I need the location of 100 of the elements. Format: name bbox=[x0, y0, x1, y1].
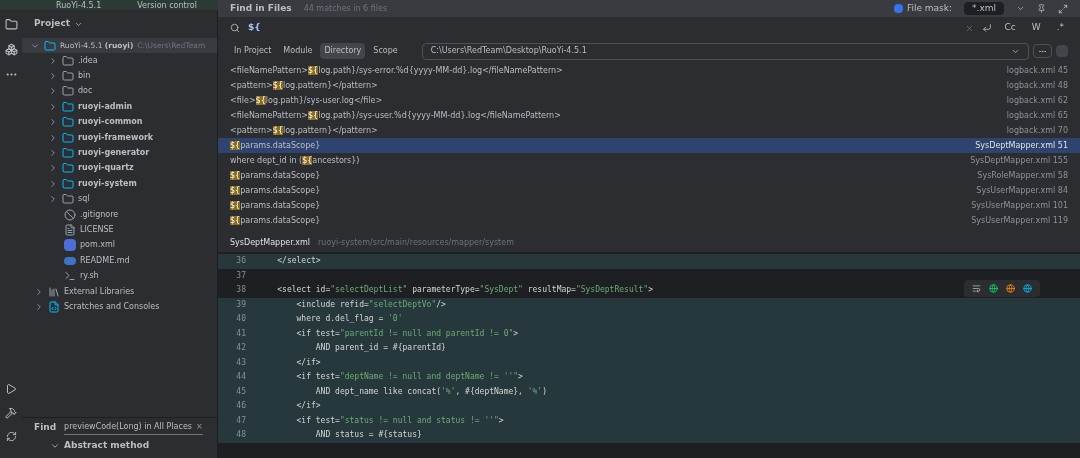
search-result-row[interactable]: ${params.dataScope} SysUserMapper.xml 119 bbox=[218, 213, 1080, 228]
module-folder-icon bbox=[62, 100, 74, 113]
module-folder-icon bbox=[44, 39, 56, 52]
line-number: 38 bbox=[235, 284, 247, 297]
browser-icon[interactable] bbox=[1006, 284, 1015, 293]
browser-icon[interactable] bbox=[1023, 284, 1032, 293]
module-folder-icon bbox=[62, 147, 74, 160]
code-line: </if> bbox=[295, 400, 321, 413]
close-tab-button[interactable]: × bbox=[196, 421, 203, 433]
result-location: SysDeptMapper.xml 155 bbox=[970, 154, 1068, 167]
tree-item[interactable]: bin bbox=[78, 70, 91, 83]
text-file-icon bbox=[64, 224, 76, 236]
tree-item[interactable]: ruoyi-quartz bbox=[78, 162, 134, 175]
preview-file-name: SysDeptMapper.xml bbox=[230, 237, 310, 249]
structure-tool-icon[interactable] bbox=[4, 43, 18, 56]
result-group[interactable]: Abstract method bbox=[64, 439, 150, 453]
code-line: <include refid="selectDeptVo"/> bbox=[295, 298, 446, 311]
tree-item[interactable]: ry.sh bbox=[80, 270, 99, 283]
search-result-row[interactable]: <pattern>${log.pattern}</pattern> logback.xml 48 bbox=[218, 78, 1080, 93]
result-location: SysUserMapper.xml 84 bbox=[976, 184, 1068, 197]
reader-mode-icon[interactable] bbox=[972, 284, 981, 293]
result-location: logback.xml 48 bbox=[1006, 79, 1068, 92]
tree-item[interactable]: ruoyi-framework bbox=[78, 131, 154, 144]
scope-tab[interactable]: In Project bbox=[230, 43, 276, 59]
result-text: <fileNamePattern>${log.path}/sys-user.%d{yyyy-MM-dd}.log</fileNamePattern> bbox=[230, 109, 562, 122]
directory-field[interactable]: C:\Users\RedTeam\Desktop\RuoYi-4.5.1 bbox=[421, 42, 1029, 60]
search-result-row[interactable]: <pattern>${log.pattern}</pattern> logback.xml 70 bbox=[218, 123, 1080, 138]
code-line: <select id="selectDeptList" parameterType="SysDept" resultMap="SysDeptResult"> bbox=[276, 284, 653, 297]
browser-icon[interactable] bbox=[989, 284, 998, 293]
clear-icon[interactable] bbox=[965, 23, 975, 33]
folder-icon bbox=[62, 85, 74, 98]
ignore-file-icon bbox=[64, 208, 76, 221]
scope-tab[interactable]: Module bbox=[279, 43, 317, 59]
tree-item[interactable]: pom.xml bbox=[80, 239, 116, 252]
line-number: 40 bbox=[235, 313, 247, 326]
line-number: 44 bbox=[235, 371, 247, 384]
project-name[interactable]: RuoYi-4.5.1 bbox=[56, 2, 102, 10]
result-text: ${params.dataScope} bbox=[230, 184, 322, 197]
scope-tab[interactable]: Directory bbox=[320, 43, 366, 59]
search-result-row[interactable]: ${params.dataScope} SysRoleMapper.xml 58 bbox=[218, 168, 1080, 183]
tree-item[interactable]: External Libraries bbox=[64, 285, 135, 298]
result-text: ${params.dataScope} bbox=[230, 139, 322, 152]
search-option-toggle[interactable]: .* bbox=[1052, 21, 1068, 35]
code-line: </select> bbox=[276, 255, 321, 268]
search-result-row[interactable]: ${params.dataScope} SysUserMapper.xml 84 bbox=[218, 183, 1080, 198]
search-result-row[interactable]: <fileNamePattern>${log.path}/sys-error.%d{yyyy-MM-dd}.log</fileNamePattern> logback.xml 45 bbox=[218, 63, 1080, 78]
module-folder-icon bbox=[62, 131, 74, 144]
pin-icon[interactable] bbox=[1037, 4, 1046, 13]
tree-item[interactable]: README.md bbox=[80, 254, 130, 267]
find-tab[interactable]: previewCode(Long) in All Places × bbox=[64, 421, 203, 435]
module-folder-icon bbox=[62, 116, 74, 129]
tree-item[interactable]: .idea bbox=[78, 54, 98, 67]
result-text: <pattern>${log.pattern}</pattern> bbox=[230, 124, 379, 137]
tree-item[interactable]: ruoyi-common bbox=[78, 116, 143, 129]
dropdown-caret-icon[interactable] bbox=[1016, 4, 1025, 13]
file-mask-field[interactable]: *.xml bbox=[964, 1, 1004, 16]
result-location: logback.xml 45 bbox=[1006, 64, 1068, 77]
search-result-row[interactable]: <fileNamePattern>${log.path}/sys-user.%d{yyyy-MM-dd}.log</fileNamePattern> logback.xml 65 bbox=[218, 108, 1080, 123]
result-location: SysRoleMapper.xml 58 bbox=[977, 169, 1068, 182]
preview-file-path: ruoyi-system/src/main/resources/mapper/system bbox=[318, 237, 514, 249]
build-icon[interactable] bbox=[5, 407, 17, 419]
search-option-toggle[interactable]: W bbox=[1027, 21, 1045, 35]
tree-item[interactable]: LICENSE bbox=[80, 224, 114, 236]
run-icon[interactable] bbox=[5, 383, 17, 395]
search-option-toggle[interactable]: Cc bbox=[1000, 21, 1020, 35]
file-mask-checkbox[interactable] bbox=[893, 4, 903, 13]
tree-item[interactable]: ruoyi-system bbox=[78, 177, 137, 190]
search-result-row[interactable]: ${params.dataScope} SysDeptMapper.xml 51 bbox=[218, 138, 1080, 153]
search-field[interactable]: ${ bbox=[248, 21, 958, 35]
tree-item[interactable]: doc bbox=[78, 85, 93, 98]
tree-item[interactable]: ruoyi-generator bbox=[78, 147, 150, 160]
line-number: 36 bbox=[235, 255, 247, 268]
tree-item[interactable]: .gitignore bbox=[80, 208, 119, 221]
panel-title[interactable]: Project bbox=[34, 17, 71, 31]
library-icon bbox=[48, 285, 60, 298]
search-result-row[interactable]: <file>${log.path}/sys-user.log</file> logback.xml 62 bbox=[218, 93, 1080, 108]
module-folder-icon bbox=[62, 162, 74, 175]
expand-icon[interactable] bbox=[1058, 3, 1068, 14]
result-text: ${params.dataScope} bbox=[230, 199, 322, 212]
search-result-row[interactable]: ${params.dataScope} SysUserMapper.xml 101 bbox=[218, 198, 1080, 213]
find-tool-title: Find bbox=[34, 421, 57, 435]
search-result-row[interactable]: where dept_id in (${ancestors}) SysDeptMapper.xml 155 bbox=[218, 153, 1080, 168]
line-number: 43 bbox=[235, 356, 247, 369]
scope-tab[interactable]: Scope bbox=[369, 43, 402, 59]
project-tool-icon[interactable] bbox=[4, 18, 18, 31]
result-text: where dept_id in (${ancestors}) bbox=[230, 154, 361, 167]
file-mask-label: File mask: bbox=[906, 1, 953, 15]
tree-item[interactable]: ruoyi-admin bbox=[78, 100, 133, 113]
line-number: 42 bbox=[235, 342, 247, 355]
tree-item[interactable]: Scratches and Consoles bbox=[64, 300, 160, 313]
result-text: <fileNamePattern>${log.path}/sys-error.%d{yyyy-MM-dd}.log</fileNamePattern> bbox=[230, 64, 564, 77]
code-line: <if test="deptName != null and deptName != ''"> bbox=[295, 371, 523, 384]
browse-button[interactable] bbox=[1033, 44, 1052, 58]
result-text: ${params.dataScope} bbox=[230, 214, 322, 227]
new-line-icon[interactable] bbox=[982, 23, 993, 33]
version-control-menu[interactable]: Version control bbox=[137, 2, 197, 10]
scratch-icon bbox=[48, 300, 60, 313]
refresh-icon[interactable] bbox=[5, 431, 17, 442]
tree-item[interactable]: sql bbox=[78, 193, 90, 206]
result-location: logback.xml 65 bbox=[1006, 109, 1068, 122]
